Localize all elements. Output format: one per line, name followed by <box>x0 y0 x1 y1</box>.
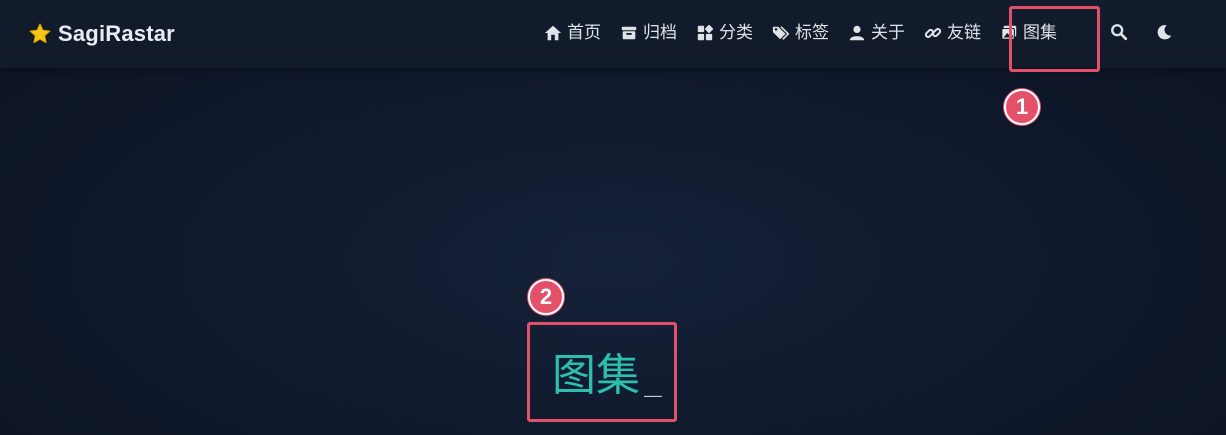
nav-label: 标签 <box>795 23 829 43</box>
site-title: SagiRastar <box>58 21 175 46</box>
user-icon <box>847 23 867 43</box>
nav-item-friends[interactable]: 友链 <box>923 18 981 48</box>
site-brand[interactable]: SagiRastar <box>28 18 175 50</box>
callout-marker-1: 1 <box>1004 89 1040 125</box>
nav-label: 分类 <box>719 23 753 43</box>
moon-icon <box>1155 23 1173 45</box>
page-title-text: 图集 <box>552 350 640 401</box>
link-icon <box>923 23 943 43</box>
search-button[interactable] <box>1107 22 1131 46</box>
callout-marker-2: 2 <box>528 279 564 315</box>
nav-label: 归档 <box>643 23 677 43</box>
nav-item-home[interactable]: 首页 <box>543 18 601 48</box>
main-nav: 首页 归档 分类 标签 关于 友链 图集 <box>543 18 1075 48</box>
search-icon <box>1110 23 1128 45</box>
nav-label: 首页 <box>567 23 601 43</box>
gallery-icon <box>999 23 1019 43</box>
home-icon <box>543 23 563 43</box>
nav-item-archive[interactable]: 归档 <box>619 18 677 48</box>
nav-item-categories[interactable]: 分类 <box>695 18 753 48</box>
nav-item-gallery[interactable]: 图集 <box>999 18 1057 48</box>
nav-label: 图集 <box>1023 23 1057 43</box>
top-navbar: SagiRastar 首页 归档 分类 标签 关于 友链 图集 <box>0 0 1226 68</box>
categories-icon <box>695 23 715 43</box>
nav-label: 关于 <box>871 23 905 43</box>
tags-icon <box>771 23 791 43</box>
page-title: 图集 _ <box>552 348 662 404</box>
typing-cursor: _ <box>644 363 663 398</box>
archive-icon <box>619 23 639 43</box>
theme-toggle-button[interactable] <box>1152 22 1176 46</box>
nav-label: 友链 <box>947 23 981 43</box>
nav-item-tags[interactable]: 标签 <box>771 18 829 48</box>
star-icon <box>28 22 52 46</box>
nav-item-about[interactable]: 关于 <box>847 18 905 48</box>
